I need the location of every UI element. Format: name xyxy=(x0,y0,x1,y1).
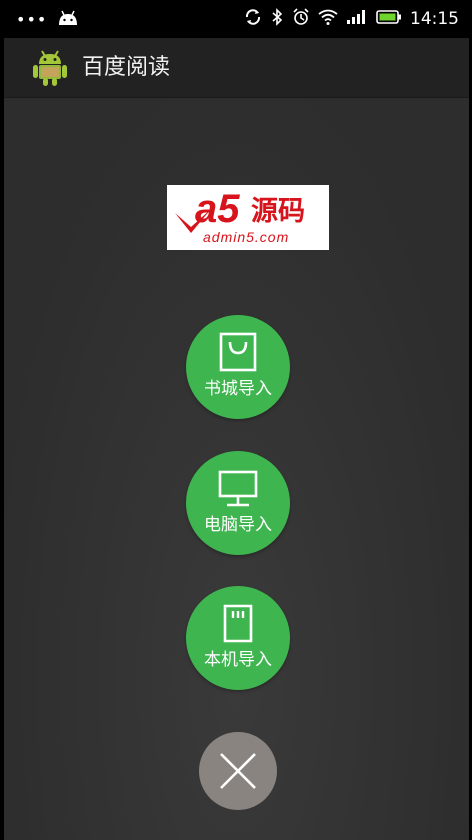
logo-url-text: admin5.com xyxy=(203,229,290,245)
alarm-icon xyxy=(292,8,310,30)
app-screen: ••• 14:15 百度阅读 a5 源码 admin5.com 书城导入 电脑导… xyxy=(4,0,469,840)
close-icon xyxy=(220,753,256,789)
action-bar: 百度阅读 xyxy=(4,38,469,98)
shopping-bag-icon xyxy=(218,331,258,373)
bluetooth-icon xyxy=(270,8,284,30)
app-title: 百度阅读 xyxy=(82,55,171,80)
computer-import-button[interactable]: 电脑导入 xyxy=(186,451,290,555)
clock: 14:15 xyxy=(410,9,459,29)
monitor-icon xyxy=(218,467,258,509)
local-import-label: 本机导入 xyxy=(204,650,272,670)
logo-main-text: a5 xyxy=(195,187,240,231)
android-notification-icon xyxy=(57,9,79,31)
local-import-button[interactable]: 本机导入 xyxy=(186,586,290,690)
status-left: ••• xyxy=(16,9,79,31)
signal-icon xyxy=(346,9,368,29)
sync-icon xyxy=(244,8,262,30)
computer-import-label: 电脑导入 xyxy=(204,515,272,535)
logo-cn-text: 源码 xyxy=(251,196,305,227)
status-right: 14:15 xyxy=(244,8,459,30)
bookstore-import-label: 书城导入 xyxy=(204,379,272,399)
notification-dots: ••• xyxy=(16,10,48,29)
close-button[interactable] xyxy=(199,732,277,810)
bookstore-import-button[interactable]: 书城导入 xyxy=(186,315,290,419)
sd-card-icon xyxy=(218,602,258,644)
import-panel: a5 源码 admin5.com 书城导入 电脑导入 本机导入 xyxy=(4,98,469,840)
a5-logo: a5 源码 admin5.com xyxy=(167,185,329,250)
status-bar: ••• 14:15 xyxy=(4,0,469,38)
battery-icon xyxy=(376,9,402,29)
wifi-icon xyxy=(318,9,338,29)
android-app-icon[interactable] xyxy=(32,49,68,87)
